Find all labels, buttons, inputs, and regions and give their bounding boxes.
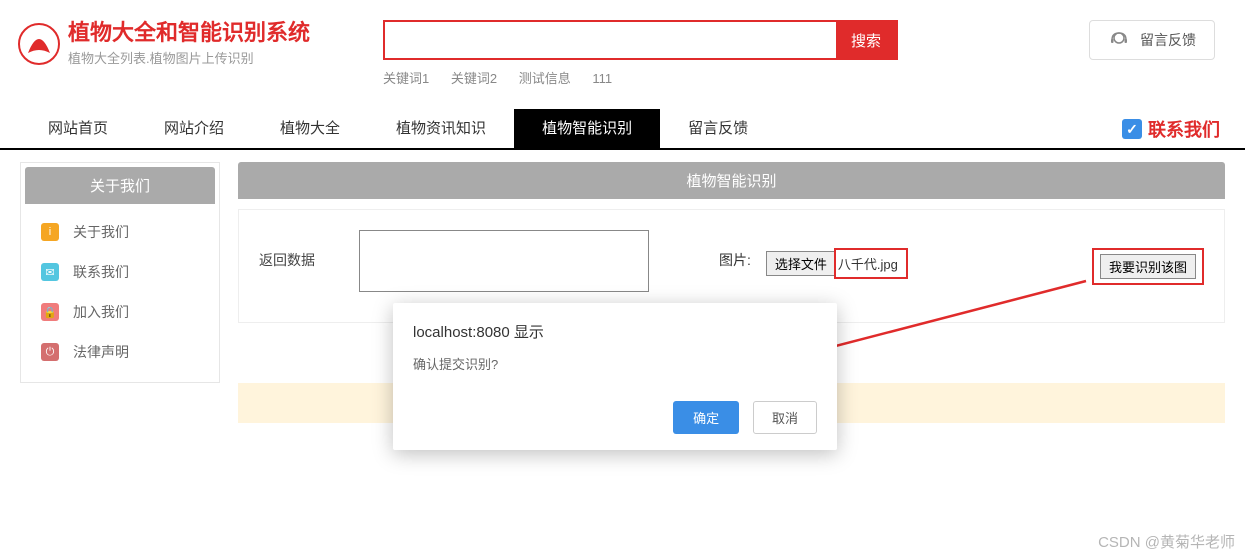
nav-item-feedback[interactable]: 留言反馈 <box>660 109 776 149</box>
headset-icon <box>1108 29 1130 51</box>
nav-item-plants[interactable]: 植物大全 <box>252 109 368 149</box>
doc-icon: ✉ <box>41 263 59 281</box>
keyword-link[interactable]: 测试信息 <box>519 71 571 86</box>
dialog-title: localhost:8080 显示 <box>413 321 817 342</box>
contact-label: 联系我们 <box>1148 116 1220 142</box>
annotation-box-recognize: 我要识别该图 <box>1092 248 1204 285</box>
contact-link[interactable]: ✓ 联系我们 <box>1122 116 1220 142</box>
nav-item-recognition[interactable]: 植物智能识别 <box>514 109 660 149</box>
check-icon: ✓ <box>1122 119 1142 139</box>
sidebar-item-label: 关于我们 <box>73 222 129 242</box>
sidebar-item-legal[interactable]: ⏻ 法律声明 <box>21 332 219 372</box>
confirm-dialog: localhost:8080 显示 确认提交识别? 确定 取消 <box>393 303 837 450</box>
main-nav: 网站首页 网站介绍 植物大全 植物资讯知识 植物智能识别 留言反馈 ✓ 联系我们 <box>0 110 1245 150</box>
keyword-row: 关键词1 关键词2 测试信息 111 <box>383 68 898 87</box>
sidebar-item-label: 法律声明 <box>73 342 129 362</box>
feedback-button[interactable]: 留言反馈 <box>1089 20 1215 60</box>
recognize-button[interactable]: 我要识别该图 <box>1100 254 1196 279</box>
keyword-link[interactable]: 关键词1 <box>383 71 429 86</box>
sidebar-item-label: 联系我们 <box>73 262 129 282</box>
site-subtitle: 植物大全列表.植物图片上传识别 <box>68 48 310 67</box>
info-icon: i <box>41 223 59 241</box>
sidebar: 关于我们 i 关于我们 ✉ 联系我们 🔒 加入我们 ⏻ 法律声明 <box>20 162 220 383</box>
sidebar-item-join[interactable]: 🔒 加入我们 <box>21 292 219 332</box>
return-data-label: 返回数据 <box>259 230 344 270</box>
dialog-cancel-button[interactable]: 取消 <box>753 401 817 434</box>
return-data-textarea[interactable] <box>359 230 649 292</box>
image-label: 图片: <box>719 230 751 270</box>
search-input[interactable] <box>385 22 836 58</box>
header: 植物大全和智能识别系统 植物大全列表.植物图片上传识别 搜索 关键词1 关键词2… <box>0 0 1245 92</box>
choose-file-button[interactable]: 选择文件 <box>766 251 836 276</box>
watermark: CSDN @黄菊华老师 <box>1098 531 1235 552</box>
dialog-buttons: 确定 取消 <box>413 401 817 434</box>
nav-item-about[interactable]: 网站介绍 <box>136 109 252 149</box>
feedback-label: 留言反馈 <box>1140 30 1196 50</box>
search-box: 搜索 <box>383 20 898 60</box>
sidebar-item-contact[interactable]: ✉ 联系我们 <box>21 252 219 292</box>
sidebar-item-label: 加入我们 <box>73 302 129 322</box>
sidebar-title: 关于我们 <box>25 167 215 204</box>
brand-text: 植物大全和智能识别系统 植物大全列表.植物图片上传识别 <box>68 20 310 67</box>
dialog-message: 确认提交识别? <box>413 354 817 373</box>
site-title: 植物大全和智能识别系统 <box>68 20 310 46</box>
file-group: 选择文件 八千代.jpg <box>766 248 908 279</box>
brand-logo-icon <box>18 23 60 65</box>
nav-item-home[interactable]: 网站首页 <box>20 109 136 149</box>
feedback-area: 留言反馈 <box>1089 20 1215 60</box>
keyword-link[interactable]: 111 <box>592 71 612 86</box>
recognize-group: 我要识别该图 <box>1092 248 1204 285</box>
annotation-box-filename: 八千代.jpg <box>834 248 908 279</box>
sidebar-item-about[interactable]: i 关于我们 <box>21 212 219 252</box>
search-button[interactable]: 搜索 <box>836 22 896 58</box>
selected-file-name: 八千代.jpg <box>838 257 898 272</box>
nav-item-knowledge[interactable]: 植物资讯知识 <box>368 109 514 149</box>
dialog-ok-button[interactable]: 确定 <box>673 401 739 434</box>
search-area: 搜索 关键词1 关键词2 测试信息 111 <box>383 20 898 87</box>
power-icon: ⏻ <box>41 343 59 361</box>
lock-icon: 🔒 <box>41 303 59 321</box>
sidebar-list: i 关于我们 ✉ 联系我们 🔒 加入我们 ⏻ 法律声明 <box>21 208 219 382</box>
main-title: 植物智能识别 <box>238 162 1225 199</box>
keyword-link[interactable]: 关键词2 <box>451 71 497 86</box>
brand: 植物大全和智能识别系统 植物大全列表.植物图片上传识别 <box>18 20 383 67</box>
